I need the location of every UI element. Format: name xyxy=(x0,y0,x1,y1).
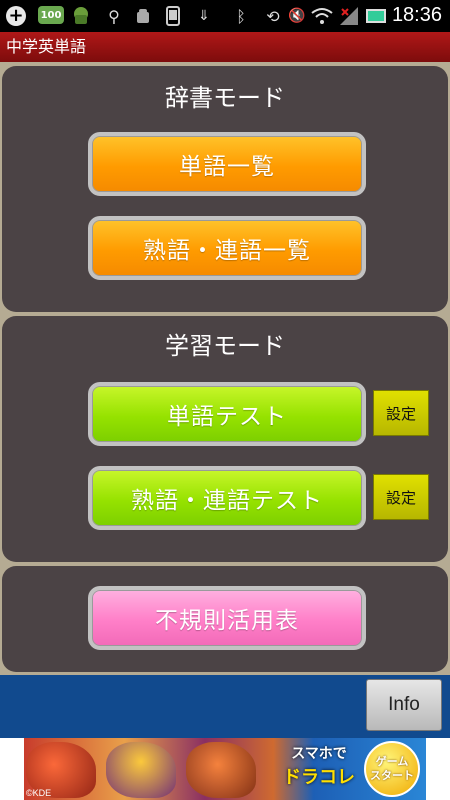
main-content: 辞書モード 単語一覧 熟語・連語一覧 学習モード 単語テスト 設定 熟語・連語テ… xyxy=(0,62,450,675)
ad-text-line2: ドラコレ xyxy=(283,767,355,788)
ad-start-button[interactable]: ゲーム スタート xyxy=(364,741,420,797)
battery-icon xyxy=(366,9,386,23)
clock: 18:36 xyxy=(391,4,442,26)
info-label: Info xyxy=(388,694,420,715)
idiom-test-button[interactable]: 熟語・連語テスト xyxy=(88,466,366,530)
info-button[interactable]: Info xyxy=(366,679,442,731)
irregular-verbs-label: 不規則活用表 xyxy=(155,608,299,634)
study-mode-title: 学習モード xyxy=(165,332,285,360)
irregular-verbs-button[interactable]: 不規則活用表 xyxy=(88,586,366,650)
irregular-verbs-panel: 不規則活用表 xyxy=(2,566,448,672)
signal-icon xyxy=(340,6,358,26)
idiom-test-settings-button[interactable]: 設定 xyxy=(373,474,429,520)
usb-icon: ⚲ xyxy=(108,6,120,26)
status-bar: + 100 ⚲ ⇓ ᛒ ⟲ 🔇 18:36 xyxy=(0,0,450,32)
word-list-label: 単語一覧 xyxy=(179,154,275,180)
phone-icon xyxy=(165,6,181,26)
study-mode-panel: 学習モード 単語テスト 設定 熟語・連語テスト 設定 xyxy=(2,316,448,562)
android-debug-icon xyxy=(133,6,153,26)
word-test-label: 単語テスト xyxy=(167,404,287,430)
idiom-list-label: 熟語・連語一覧 xyxy=(143,238,311,264)
dictionary-mode-panel: 辞書モード 単語一覧 熟語・連語一覧 xyxy=(2,66,448,312)
ad-copyright: ©KDE xyxy=(26,788,52,798)
ad-monster-image xyxy=(106,742,176,798)
idiom-list-button[interactable]: 熟語・連語一覧 xyxy=(88,216,366,280)
ad-start-label: ゲーム スタート xyxy=(370,755,414,782)
dictionary-mode-title: 辞書モード xyxy=(165,84,285,112)
wifi-icon xyxy=(310,6,334,26)
word-list-button[interactable]: 単語一覧 xyxy=(88,132,366,196)
mute-icon: 🔇 xyxy=(288,8,306,24)
ad-bar: スマホで ドラコレ ゲーム スタート ©KDE xyxy=(0,738,450,800)
app-title: 中学英単語 xyxy=(6,37,87,56)
ad-banner[interactable]: スマホで ドラコレ ゲーム スタート ©KDE xyxy=(24,738,426,800)
ad-headline: スマホで ドラコレ xyxy=(274,742,364,790)
idiom-test-settings-label: 設定 xyxy=(385,488,416,507)
bluetooth-icon: ᛒ xyxy=(236,6,246,26)
battery-100-icon: 100 xyxy=(38,6,64,24)
word-test-button[interactable]: 単語テスト xyxy=(88,382,366,446)
download-icon: ⇓ xyxy=(198,8,210,24)
word-test-settings-label: 設定 xyxy=(385,404,416,423)
rotate-icon: ⟲ xyxy=(266,6,280,26)
idiom-test-label: 熟語・連語テスト xyxy=(131,488,323,514)
ad-monster-image xyxy=(186,742,256,798)
ad-text-line1: スマホで xyxy=(291,746,347,762)
bottom-bar: Info xyxy=(0,675,450,738)
word-test-settings-button[interactable]: 設定 xyxy=(373,390,429,436)
android-icon xyxy=(70,6,92,26)
app-title-bar: 中学英単語 xyxy=(0,32,450,62)
add-icon: + xyxy=(6,6,26,26)
